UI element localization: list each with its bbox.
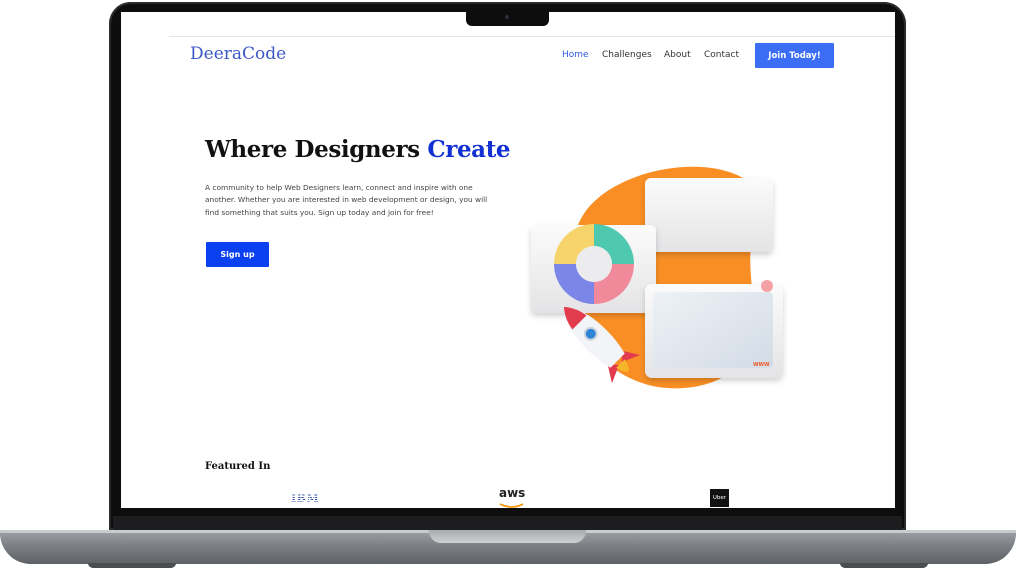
nav-challenges-link[interactable]: Challenges [602,50,652,60]
join-today-button[interactable]: Join Today! [755,43,834,68]
laptop-foot-left [88,563,176,568]
trackpad-notch [429,530,586,543]
browser-card-inner [653,292,773,368]
top-card-shape [645,178,773,252]
ibm-logo: IBM [291,492,320,505]
nav-about-link[interactable]: About [664,50,691,60]
pink-dot [761,280,773,292]
camera-icon [505,15,509,19]
aws-logo: aws [499,486,526,500]
hero-title-main: Where Designers [205,136,428,163]
uber-logo: Uber [710,489,729,507]
sign-up-button[interactable]: Sign up [206,242,269,267]
screen-bottom-bezel [113,516,902,530]
aws-smile-icon [499,503,524,508]
donut-chart-icon [554,224,634,304]
featured-in-heading: Featured In [205,461,271,472]
laptop-foot-right [840,563,928,568]
browser-viewport[interactable]: DeeraCode Home Challenges About Contact … [121,12,895,508]
nav-contact-link[interactable]: Contact [704,50,739,60]
header-divider [169,36,895,37]
site-logo[interactable]: DeeraCode [190,44,286,64]
nav-home-link[interactable]: Home [562,50,589,60]
hero-title-accent: Create [427,136,511,163]
www-badge: WWW [753,362,770,368]
hero-illustration: WWW [531,166,783,389]
hero-description: A community to help Web Designers learn,… [205,183,488,217]
hero-title: Where Designers Create [205,136,511,163]
